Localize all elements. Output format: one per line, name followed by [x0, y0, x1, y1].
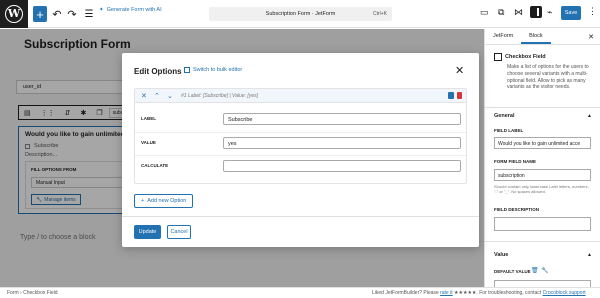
add-block-button[interactable]: + [33, 6, 47, 22]
sidebar-tabs: JetForm Block [485, 29, 600, 45]
form-field-name-help: Should contain only lowercase Latin lett… [494, 184, 589, 195]
divider [485, 241, 600, 242]
collapse-option-icon[interactable]: ✕ [141, 92, 147, 100]
move-down-icon[interactable]: ⌄ [167, 92, 173, 100]
section-general[interactable]: General [494, 113, 514, 119]
chevron-up-icon[interactable]: ▲ [587, 113, 592, 119]
bulk-editor-toggle[interactable]: Switch to bulk editor [184, 67, 242, 73]
default-value-title: DEFAULT VALUE [494, 269, 531, 274]
settings-sidebar: JetForm Block ✕ Checkbox Field Make a li… [484, 29, 600, 292]
value-input[interactable]: yes [223, 137, 461, 149]
copy-icon[interactable] [448, 92, 454, 99]
support-link[interactable]: Crocoblock support [543, 290, 586, 296]
breadcrumb-checkbox-field[interactable]: Checkbox Field [23, 290, 57, 296]
checkbox-field-icon [494, 53, 502, 61]
label-field-label: LABEL [141, 116, 156, 121]
generate-form-ai-button[interactable]: ✦ Generate Form with AI [99, 7, 162, 13]
option-header[interactable]: ✕ ⌃ ⌄ #1 Label: [Subscribe] | Value: [ye… [135, 89, 466, 103]
cancel-button[interactable]: Cancel [167, 225, 191, 239]
calculate-input[interactable] [223, 160, 461, 172]
view-link-icon[interactable]: ⧉ [498, 7, 504, 18]
close-icon[interactable]: ✕ [455, 64, 464, 77]
plus-icon: + [141, 198, 145, 204]
trash-icon[interactable]: 🗑 [531, 267, 539, 274]
bulk-editor-icon [184, 67, 190, 73]
wrench-icon[interactable]: 🔧 [541, 267, 548, 274]
tab-block[interactable]: Block [521, 29, 551, 44]
wordpress-logo-icon[interactable]: W [0, 0, 28, 28]
option-summary: #1 Label: [Subscribe] | Value: [yes] [181, 93, 258, 99]
block-card-description: Make a list of options for the users to … [507, 64, 589, 91]
section-value[interactable]: Value [494, 252, 508, 258]
label-input[interactable]: Subscribe [223, 113, 461, 125]
divider [122, 216, 479, 217]
more-options-icon[interactable]: ⋮ [588, 6, 597, 17]
edit-options-modal: Edit Options Switch to bulk editor ✕ ✕ ⌃… [122, 53, 479, 247]
calculate-field-label: CALCULATE [141, 163, 169, 168]
jetform-plugin-icon[interactable]: ⌁ [547, 7, 552, 18]
redo-icon[interactable]: ↷ [67, 5, 77, 23]
undo-icon[interactable]: ↶ [52, 5, 62, 23]
close-sidebar-icon[interactable]: ✕ [588, 33, 594, 41]
block-card-header: Checkbox Field [494, 53, 546, 61]
document-title-bar[interactable]: Subscription Form · JetForm Ctrl+K [209, 7, 392, 21]
add-new-option-button[interactable]: + Add new Option [134, 194, 194, 208]
rate-link[interactable]: rate it [440, 290, 453, 296]
divider [485, 107, 600, 108]
update-button[interactable]: Update [134, 225, 161, 239]
save-button[interactable]: Save [561, 6, 581, 20]
breadcrumb-form[interactable]: Form [7, 290, 19, 296]
field-label-title: FIELD LABEL [494, 128, 524, 133]
divider [135, 132, 466, 133]
tab-jetform[interactable]: JetForm [485, 29, 521, 44]
footer-note: Liked JetFormBuilder? Please rate it ★★★… [372, 290, 586, 296]
document-title: Subscription Form · JetForm [265, 11, 336, 17]
field-description-input[interactable] [494, 217, 591, 231]
form-field-name-title: FORM FIELD NAME [494, 159, 536, 164]
status-bar: Form › Checkbox Field Liked JetFormBuild… [0, 287, 600, 298]
chevron-up-icon[interactable]: ▲ [587, 252, 592, 258]
tools-icon[interactable]: ⋈ [514, 7, 523, 18]
breadcrumb: Form › Checkbox Field [7, 290, 58, 296]
settings-panel-toggle-icon[interactable] [530, 6, 542, 18]
form-field-name-input[interactable]: subscription [494, 169, 591, 181]
field-label-input[interactable]: Would you like to gain unlimited acce [494, 137, 591, 149]
shortcut-hint: Ctrl+K [372, 11, 387, 17]
document-overview-icon[interactable]: ☰ [84, 5, 94, 23]
option-card: ✕ ⌃ ⌄ #1 Label: [Subscribe] | Value: [ye… [134, 88, 467, 184]
field-description-title: FIELD DESCRIPTION [494, 207, 540, 212]
desktop-preview-icon[interactable]: ▭ [480, 7, 489, 18]
trash-icon[interactable] [457, 92, 462, 99]
move-up-icon[interactable]: ⌃ [154, 92, 160, 100]
divider [135, 155, 466, 156]
modal-title: Edit Options [134, 67, 182, 76]
value-field-label: VALUE [141, 140, 156, 145]
sparkle-icon: ✦ [99, 7, 104, 13]
